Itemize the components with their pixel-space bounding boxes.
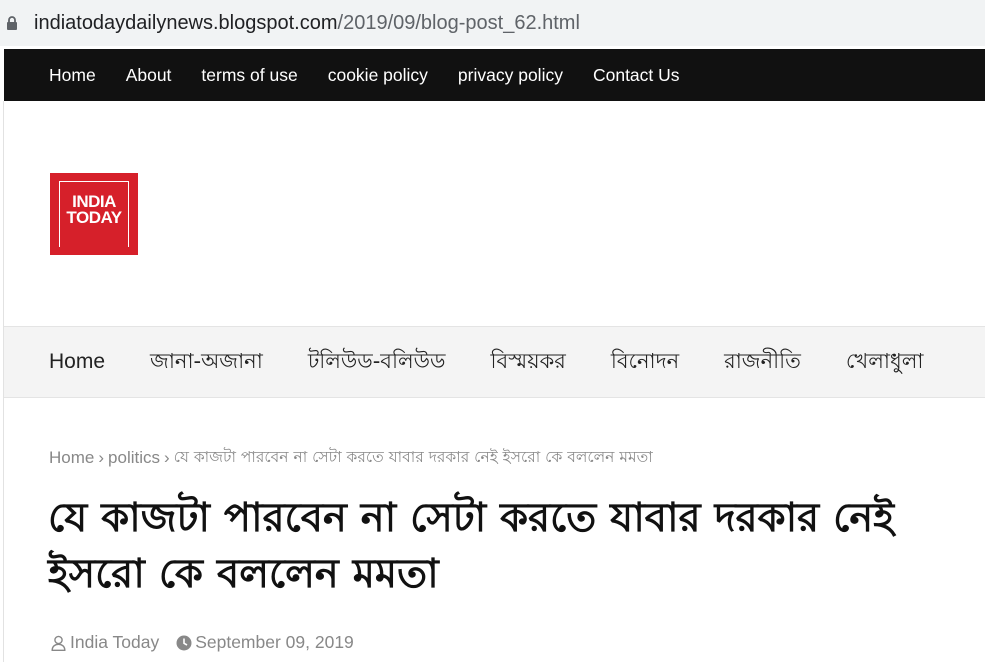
chevron-right-icon: › [164, 448, 170, 467]
url-path: /2019/09/blog-post_62.html [337, 11, 580, 34]
post-author-link[interactable]: India Today [70, 632, 159, 653]
breadcrumb-home-link[interactable]: Home [49, 448, 94, 468]
topnav-privacy-link[interactable]: privacy policy [458, 65, 563, 86]
post-date-link[interactable]: September 09, 2019 [195, 632, 354, 653]
category-navigation: Home জানা-অজানা টলিউড-বলিউড বিস্ময়কর বি… [4, 326, 985, 398]
url-host: indiatodaydailynews.blogspot.com [34, 11, 338, 34]
chevron-right-icon: › [98, 448, 105, 467]
catnav-amazing-link[interactable]: বিস্ময়কর [490, 345, 565, 380]
top-navigation: Home About terms of use cookie policy pr… [4, 49, 985, 101]
topnav-terms-link[interactable]: terms of use [201, 65, 297, 86]
url-text[interactable]: indiatodaydailynews.blogspot.com/2019/09… [34, 12, 580, 35]
catnav-entertainment-link[interactable]: বিনোদন [611, 345, 679, 380]
catnav-home-link[interactable]: Home [49, 350, 105, 374]
post-title: যে কাজটা পারবেন না সেটা করতে যাবার দরকার… [48, 495, 895, 597]
user-icon [50, 634, 67, 651]
catnav-unknown-link[interactable]: জানা-অজানা [150, 345, 263, 380]
breadcrumb-section-link[interactable]: politics [108, 448, 160, 468]
catnav-sports-link[interactable]: খেলাধুলা [846, 345, 924, 380]
topnav-about-link[interactable]: About [126, 65, 172, 86]
breadcrumb: Home › politics › যে কাজটা পারবেন না সেট… [49, 445, 653, 471]
catnav-tollywood-bollywood-link[interactable]: টলিউড-বলিউড [308, 345, 446, 380]
logo-line-2: TODAY [66, 208, 122, 227]
post-meta: India Today September 09, 2019 [50, 632, 354, 653]
topnav-cookie-link[interactable]: cookie policy [328, 65, 428, 86]
site-logo[interactable]: INDIA TODAY [50, 173, 138, 255]
logo-text: INDIA TODAY [50, 193, 138, 227]
topnav-contact-link[interactable]: Contact Us [593, 65, 680, 86]
clock-icon [175, 634, 192, 651]
breadcrumb-current: যে কাজটা পারবেন না সেটা করতে যাবার দরকার… [173, 448, 653, 466]
lock-icon [2, 13, 22, 33]
topnav-home-link[interactable]: Home [49, 65, 96, 86]
catnav-politics-link[interactable]: রাজনীতি [724, 345, 801, 380]
address-bar[interactable]: indiatodaydailynews.blogspot.com/2019/09… [0, 0, 985, 46]
